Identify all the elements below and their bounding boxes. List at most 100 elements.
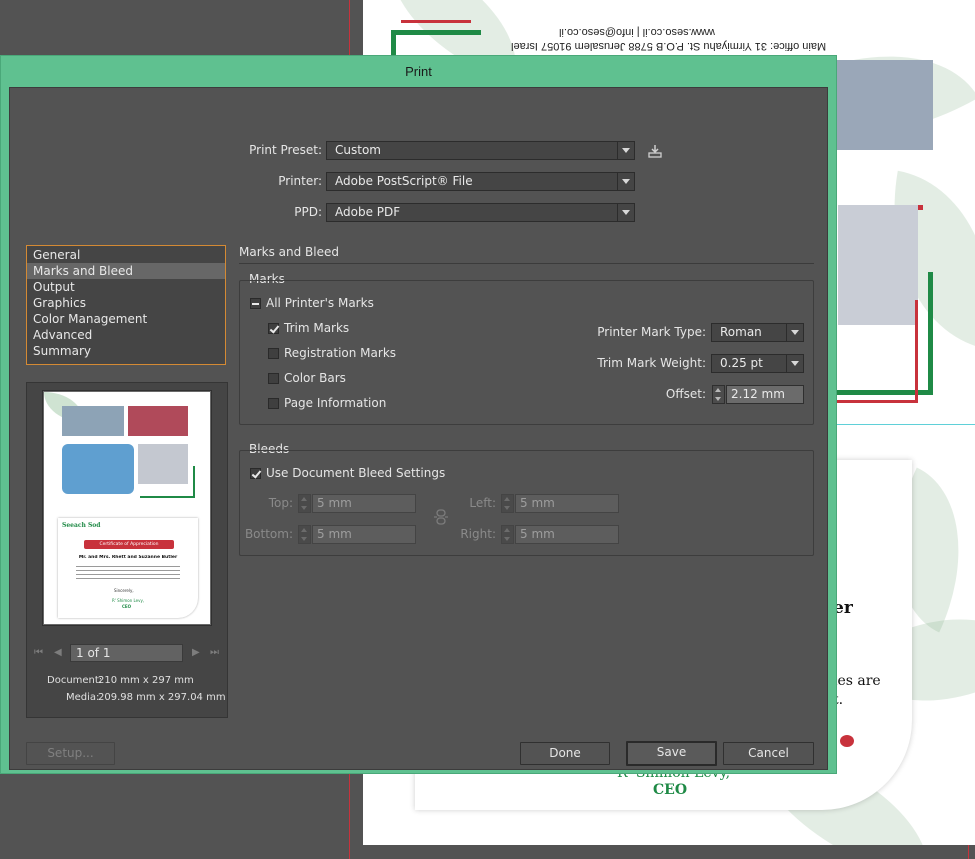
bleed-top-label: Top:: [268, 496, 293, 510]
document-size-label: Document:: [47, 675, 103, 686]
category-summary[interactable]: Summary: [27, 343, 225, 359]
color-bars-checkbox[interactable]: [268, 373, 279, 384]
bleed-top-stepper[interactable]: 5 mm: [298, 494, 416, 513]
stepper-arrows-icon[interactable]: [501, 494, 514, 513]
use-document-bleed-checkbox[interactable]: [250, 468, 261, 479]
category-graphics[interactable]: Graphics: [27, 295, 225, 311]
photo-collage: [918, 205, 923, 210]
preview-page-thumbnail: Seeach Sod Certificate of Appreciation M…: [44, 392, 210, 624]
all-printers-marks-checkbox[interactable]: [250, 298, 261, 309]
first-page-icon[interactable]: ⏮: [34, 647, 43, 658]
registration-marks-checkbox[interactable]: [268, 348, 279, 359]
red-frame-line: [833, 400, 918, 403]
offset-label: Offset:: [665, 387, 706, 401]
office-web: www.seso.co.il | info@seso.co.il: [559, 26, 715, 38]
trim-mark-weight-label: Trim Mark Weight:: [597, 356, 706, 370]
registration-marks-label: Registration Marks: [284, 346, 397, 360]
print-preset-dropdown[interactable]: Custom: [326, 141, 635, 160]
cert-signer-title: CEO: [653, 782, 688, 798]
category-advanced[interactable]: Advanced: [27, 327, 225, 343]
document-size-value: 210 mm x 297 mm: [98, 675, 194, 686]
cyan-guide: [836, 424, 975, 425]
print-dialog: Print Print Preset: Custom Printer: Adob…: [0, 55, 837, 774]
thumb-logo: Seeach Sod: [62, 522, 101, 529]
heart-icon: [840, 735, 854, 747]
thumb-body-lines: [76, 566, 180, 582]
bleed-right-field[interactable]: 5 mm: [515, 525, 619, 544]
thumb-photo: [62, 406, 124, 436]
media-size-value: 209.98 mm x 297.04 mm: [98, 692, 226, 703]
printer-mark-type-dropdown[interactable]: Roman: [711, 323, 804, 342]
bleed-right-stepper[interactable]: 5 mm: [501, 525, 619, 544]
page-indicator-field[interactable]: 1 of 1: [70, 644, 183, 662]
ppd-label: PPD:: [294, 205, 322, 219]
ppd-value: Adobe PDF: [335, 205, 401, 219]
photo-collage: [833, 60, 933, 150]
offset-stepper[interactable]: 2.12 mm: [712, 385, 804, 404]
cancel-button[interactable]: Cancel: [723, 742, 814, 765]
printer-dropdown[interactable]: Adobe PostScript® File: [326, 172, 635, 191]
all-printers-marks-label: All Printer's Marks: [266, 296, 374, 310]
dialog-title: Print: [405, 64, 432, 79]
done-button[interactable]: Done: [520, 742, 610, 765]
chevron-down-icon: [617, 173, 634, 190]
thumb-banner-text: Certificate of Appreciation: [99, 542, 159, 547]
stepper-arrows-icon[interactable]: [298, 494, 311, 513]
thumb-signer: R' Shimon Levy,: [112, 598, 145, 603]
trim-mark-weight-dropdown[interactable]: 0.25 pt: [711, 354, 804, 373]
printer-mark-type-value: Roman: [720, 325, 762, 339]
thumb-banner: Certificate of Appreciation: [84, 540, 174, 549]
bleed-left-label: Left:: [469, 496, 496, 510]
ppd-dropdown[interactable]: Adobe PDF: [326, 203, 635, 222]
office-address: Main office: 31 Yirmiyahu St. P.O.B 5788…: [511, 40, 827, 52]
use-document-bleed-label: Use Document Bleed Settings: [266, 466, 446, 480]
bleed-left-stepper[interactable]: 5 mm: [501, 494, 619, 513]
printer-label: Printer:: [278, 174, 322, 188]
stepper-arrows-icon[interactable]: [712, 385, 725, 404]
dialog-body: Print Preset: Custom Printer: Adobe Post…: [9, 87, 828, 770]
media-size-label: Media:: [66, 692, 100, 703]
bleed-bottom-field[interactable]: 5 mm: [312, 525, 416, 544]
print-preview-panel: Seeach Sod Certificate of Appreciation M…: [26, 382, 228, 718]
print-preset-value: Custom: [335, 143, 381, 157]
cert-body: ies are: [833, 673, 881, 689]
thumb-certificate: Seeach Sod Certificate of Appreciation M…: [58, 518, 198, 618]
photo-collage: [838, 205, 918, 325]
category-output[interactable]: Output: [27, 279, 225, 295]
thumb-frame: [193, 466, 195, 498]
green-frame-line: [391, 30, 481, 35]
printer-mark-type-label: Printer Mark Type:: [597, 325, 706, 339]
color-bars-label: Color Bars: [284, 371, 346, 385]
print-preset-label: Print Preset:: [249, 143, 322, 157]
chevron-down-icon: [786, 355, 803, 372]
save-button[interactable]: Save: [626, 741, 717, 766]
category-color-management[interactable]: Color Management: [27, 311, 225, 327]
page-information-checkbox[interactable]: [268, 398, 279, 409]
offset-field[interactable]: 2.12 mm: [726, 385, 804, 404]
save-preset-icon[interactable]: [646, 142, 664, 160]
preview-sheet[interactable]: Seeach Sod Certificate of Appreciation M…: [42, 390, 212, 626]
bleed-left-field[interactable]: 5 mm: [515, 494, 619, 513]
thumb-frame: [140, 496, 195, 498]
bleed-right-label: Right:: [460, 527, 496, 541]
category-list: General Marks and Bleed Output Graphics …: [26, 245, 226, 365]
page-information-label: Page Information: [284, 396, 387, 410]
stepper-arrows-icon[interactable]: [298, 525, 311, 544]
link-chain-icon[interactable]: [432, 508, 450, 526]
next-page-icon[interactable]: ▶: [192, 647, 200, 658]
bleed-bottom-label: Bottom:: [244, 527, 293, 541]
bleed-top-field[interactable]: 5 mm: [312, 494, 416, 513]
last-page-icon[interactable]: ⏭: [210, 647, 219, 658]
stepper-arrows-icon[interactable]: [501, 525, 514, 544]
category-marks-and-bleed[interactable]: Marks and Bleed: [27, 263, 225, 279]
green-frame-line: [928, 272, 933, 395]
section-divider: [239, 263, 814, 264]
trim-marks-checkbox[interactable]: [268, 323, 279, 334]
chevron-down-icon: [617, 142, 634, 159]
section-title: Marks and Bleed: [239, 245, 339, 259]
bleed-bottom-stepper[interactable]: 5 mm: [298, 525, 416, 544]
previous-page-icon[interactable]: ◀: [54, 647, 62, 658]
category-general[interactable]: General: [27, 247, 225, 263]
setup-button[interactable]: Setup...: [26, 742, 115, 765]
thumb-sincerely: Sincerely,: [114, 588, 134, 593]
